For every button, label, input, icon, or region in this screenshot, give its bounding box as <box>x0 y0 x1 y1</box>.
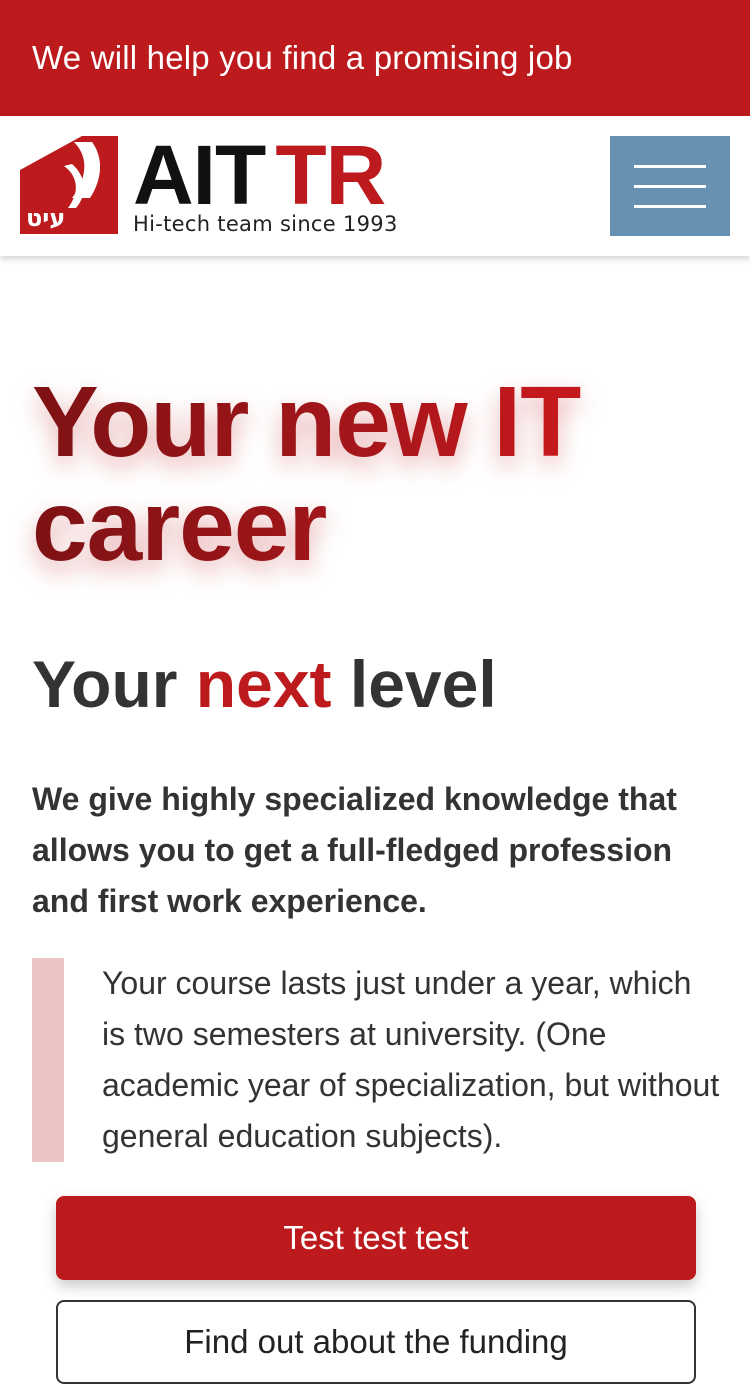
subtitle-accent: next <box>195 647 332 721</box>
hero-subtitle: Your next level <box>32 644 497 724</box>
main-content: Your new IT career Your next level We gi… <box>0 256 750 1384</box>
logo-mark-icon: עיט <box>20 136 118 234</box>
site-logo[interactable]: עיט AIT TR Hi-tech team since 1993 <box>20 130 410 236</box>
hamburger-menu-icon-line <box>634 185 706 188</box>
funding-info-button[interactable]: Find out about the funding <box>56 1300 696 1384</box>
subtitle-start: Your <box>32 647 178 721</box>
logo-tagline: Hi-tech team since 1993 <box>133 212 398 236</box>
subtitle-end: level <box>349 647 497 721</box>
logo-name-part1: AIT <box>133 128 266 222</box>
menu-button[interactable] <box>610 136 730 236</box>
logo-wordmark: AIT TR <box>133 128 386 222</box>
primary-cta-button[interactable]: Test test test <box>56 1196 696 1280</box>
site-header: עיט AIT TR Hi-tech team since 1993 <box>0 116 750 256</box>
lead-paragraph: We give highly specialized knowledge tha… <box>32 781 677 919</box>
hamburger-menu-icon <box>634 165 706 168</box>
top-banner-text: We will help you find a promising job <box>32 39 573 76</box>
logo-mark-text: עיט <box>26 204 65 232</box>
logo-name-part2: TR <box>275 128 386 222</box>
hamburger-menu-icon-line <box>634 205 706 208</box>
quote-accent-bar <box>32 958 64 1162</box>
hero-title: Your new IT career <box>32 370 722 578</box>
quote-text: Your course lasts just under a year, whi… <box>102 965 720 1154</box>
top-banner: We will help you find a promising job <box>0 0 750 116</box>
